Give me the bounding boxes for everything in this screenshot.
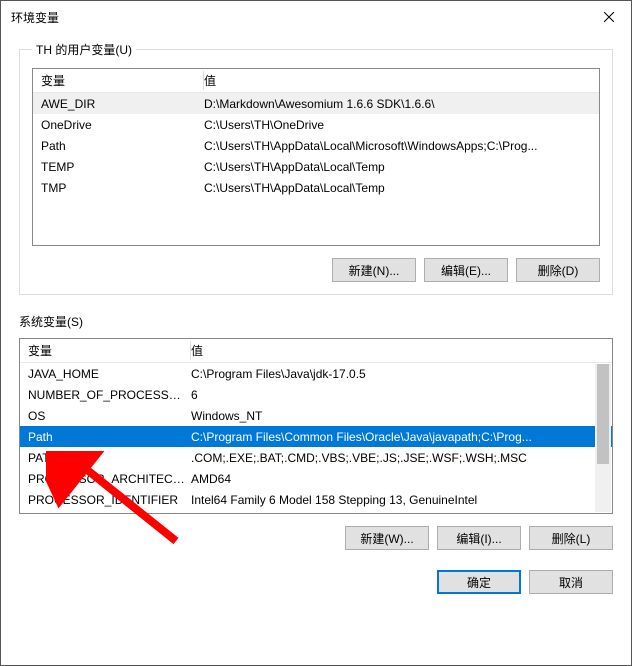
cell-name: TMP — [33, 181, 198, 195]
col-header-value[interactable]: 值 — [198, 72, 599, 89]
table-row[interactable]: PATHEXT.COM;.EXE;.BAT;.CMD;.VBS;.VBE;.JS… — [20, 447, 612, 468]
cell-name: PATHEXT — [20, 451, 185, 465]
table-row[interactable]: OSWindows_NT — [20, 405, 612, 426]
table-row[interactable]: NUMBER_OF_PROCESSORS6 — [20, 384, 612, 405]
system-new-button[interactable]: 新建(W)... — [345, 526, 429, 550]
user-rows: AWE_DIRD:\Markdown\Awesomium 1.6.6 SDK\1… — [33, 93, 599, 198]
content: TH 的用户变量(U) 变量 值 AWE_DIRD:\Markdown\Awes… — [1, 33, 631, 564]
system-rows: JAVA_HOMEC:\Program Files\Java\jdk-17.0.… — [20, 363, 612, 510]
cell-value: C:\Users\TH\AppData\Local\Temp — [198, 181, 599, 195]
table-row[interactable]: PROCESSOR_ARCHITECT...AMD64 — [20, 468, 612, 489]
cell-name: Path — [20, 430, 185, 444]
cell-name: Path — [33, 139, 198, 153]
cell-name: OS — [20, 409, 185, 423]
cancel-button[interactable]: 取消 — [529, 570, 613, 594]
cell-name: AWE_DIR — [33, 97, 198, 111]
user-delete-button[interactable]: 删除(D) — [516, 258, 600, 282]
cell-value: AMD64 — [185, 472, 612, 486]
env-vars-dialog: 环境变量 TH 的用户变量(U) 变量 值 AWE_DIRD:\Markdown… — [0, 0, 632, 666]
table-row[interactable]: TMPC:\Users\TH\AppData\Local\Temp — [33, 177, 599, 198]
cell-name: PROCESSOR_IDENTIFIER — [20, 493, 185, 507]
col-header-name[interactable]: 变量 — [20, 342, 185, 359]
titlebar: 环境变量 — [1, 1, 631, 33]
table-row[interactable]: PROCESSOR_IDENTIFIERIntel64 Family 6 Mod… — [20, 489, 612, 510]
table-row[interactable]: OneDriveC:\Users\TH\OneDrive — [33, 114, 599, 135]
system-delete-button[interactable]: 删除(L) — [529, 526, 613, 550]
scrollbar-thumb[interactable] — [597, 364, 609, 464]
table-row[interactable]: PathC:\Users\TH\AppData\Local\Microsoft\… — [33, 135, 599, 156]
cell-value: .COM;.EXE;.BAT;.CMD;.VBS;.VBE;.JS;.JSE;.… — [185, 451, 612, 465]
column-divider[interactable] — [203, 71, 204, 90]
col-header-value[interactable]: 值 — [185, 342, 612, 359]
table-row[interactable]: JAVA_HOMEC:\Program Files\Java\jdk-17.0.… — [20, 363, 612, 384]
user-vars-group: TH 的用户变量(U) 变量 值 AWE_DIRD:\Markdown\Awes… — [19, 41, 613, 295]
cell-name: NUMBER_OF_PROCESSORS — [20, 388, 185, 402]
cell-value: 6 — [185, 388, 612, 402]
cell-name: OneDrive — [33, 118, 198, 132]
user-vars-legend: TH 的用户变量(U) — [32, 41, 136, 58]
user-new-button[interactable]: 新建(N)... — [332, 258, 416, 282]
cell-value: C:\Users\TH\AppData\Local\Temp — [198, 160, 599, 174]
cell-value: Windows_NT — [185, 409, 612, 423]
cell-value: C:\Program Files\Java\jdk-17.0.5 — [185, 367, 612, 381]
system-table-header: 变量 值 — [20, 339, 612, 363]
cell-name: PROCESSOR_ARCHITECT... — [20, 472, 185, 486]
close-button[interactable] — [586, 1, 631, 33]
user-buttons: 新建(N)... 编辑(E)... 删除(D) — [32, 258, 600, 282]
cell-value: C:\Users\TH\OneDrive — [198, 118, 599, 132]
scrollbar[interactable] — [595, 364, 611, 512]
system-buttons: 新建(W)... 编辑(I)... 删除(L) — [19, 526, 613, 550]
window-title: 环境变量 — [11, 9, 59, 26]
cell-value: D:\Markdown\Awesomium 1.6.6 SDK\1.6.6\ — [198, 97, 599, 111]
table-row[interactable]: AWE_DIRD:\Markdown\Awesomium 1.6.6 SDK\1… — [33, 93, 599, 114]
cell-name: TEMP — [33, 160, 198, 174]
cell-value: C:\Program Files\Common Files\Oracle\Jav… — [185, 430, 612, 444]
close-icon — [604, 12, 614, 22]
ok-button[interactable]: 确定 — [437, 570, 521, 594]
cell-value: Intel64 Family 6 Model 158 Stepping 13, … — [185, 493, 612, 507]
user-table-header: 变量 值 — [33, 69, 599, 93]
system-edit-button[interactable]: 编辑(I)... — [437, 526, 521, 550]
table-row[interactable]: PathC:\Program Files\Common Files\Oracle… — [20, 426, 612, 447]
user-vars-table[interactable]: 变量 值 AWE_DIRD:\Markdown\Awesomium 1.6.6 … — [32, 68, 600, 246]
system-vars-table[interactable]: 变量 值 JAVA_HOMEC:\Program Files\Java\jdk-… — [19, 338, 613, 514]
system-vars-label: 系统变量(S) — [19, 313, 613, 330]
table-row[interactable]: TEMPC:\Users\TH\AppData\Local\Temp — [33, 156, 599, 177]
cell-name: JAVA_HOME — [20, 367, 185, 381]
column-divider[interactable] — [190, 341, 191, 360]
cell-value: C:\Users\TH\AppData\Local\Microsoft\Wind… — [198, 139, 599, 153]
user-edit-button[interactable]: 编辑(E)... — [424, 258, 508, 282]
col-header-name[interactable]: 变量 — [33, 72, 198, 89]
dialog-footer: 确定 取消 — [1, 564, 631, 594]
